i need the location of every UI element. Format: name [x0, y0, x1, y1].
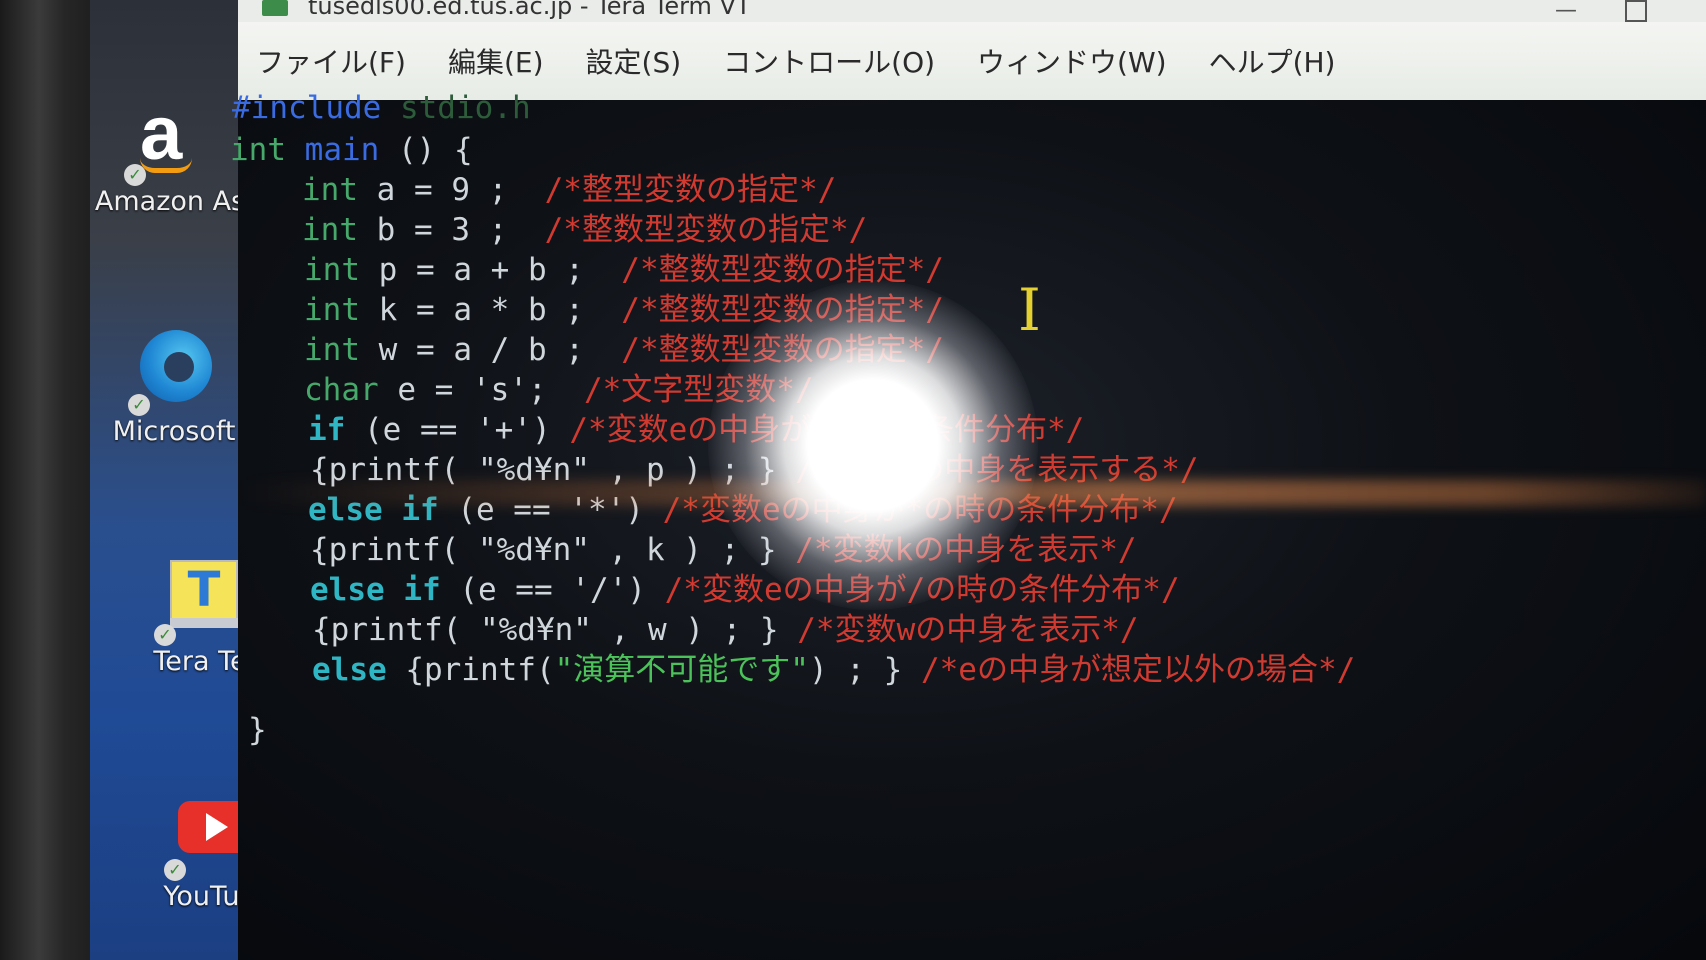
include-header: stdio.h — [399, 90, 531, 126]
amazon-icon: a ✓ — [124, 91, 210, 186]
code-line-5: int w = a / b ; /*整数型変数の指定*/ — [304, 332, 944, 368]
statement: {printf( "%d¥n" , p ) ; } — [310, 452, 777, 488]
comment: /*整数型変数の指定*/ — [621, 332, 944, 368]
code-line-main: int main () { — [230, 132, 473, 168]
statement: (e == '/') — [440, 572, 646, 608]
sync-check-icon: ✓ — [164, 859, 186, 881]
comment: /*文字型変数*/ — [583, 372, 814, 408]
statement: (e == '*') — [438, 492, 644, 528]
code-line-3: int p = a + b ; /*整数型変数の指定*/ — [304, 252, 944, 288]
string-literal: "演算不可能です" — [554, 652, 809, 688]
sync-check-icon: ✓ — [154, 624, 176, 646]
statement: p = a + b ; — [360, 252, 584, 288]
statement: e = 's'; — [378, 372, 547, 408]
title-bar[interactable]: tusedls00.ed.tus.ac.jp - Tera Term VT — — [238, 0, 1706, 22]
window-title: tusedls00.ed.tus.ac.jp - Tera Term VT — [308, 0, 751, 20]
keyword: if — [308, 412, 346, 448]
statement: ) ; } — [808, 652, 903, 688]
main-type: int — [230, 132, 286, 168]
type-keyword: int — [302, 172, 358, 208]
teraterm-icon: T ✓ — [154, 560, 240, 646]
code-line-2: int b = 3 ; /*整数型変数の指定*/ — [302, 212, 867, 248]
code-line-4: int k = a * b ; /*整数型変数の指定*/ — [304, 292, 944, 328]
code-line-include: #include stdio.h — [232, 90, 531, 126]
statement: (e == '+') — [345, 412, 551, 448]
code-line-9: else if (e == '*') /*変数eの中身が*の時の条件分布*/ — [308, 492, 1178, 528]
code-line-12: {printf( "%d¥n" , w ) ; } /*変数wの中身を表示*/ — [312, 612, 1139, 648]
terminal-area[interactable]: #include stdio.h int main () { int a = 9… — [230, 90, 1706, 960]
comment: /*変数eの中身が*の時の条件分布*/ — [662, 492, 1178, 528]
type-keyword: int — [304, 292, 360, 328]
comment: /*変数eの中身が/の時の条件分布*/ — [664, 572, 1180, 608]
minimize-button[interactable]: — — [1546, 0, 1586, 22]
type-keyword: int — [304, 252, 360, 288]
code-line-10: {printf( "%d¥n" , k ) ; } /*変数kの中身を表示*/ — [310, 532, 1137, 568]
comment: /*整数型変数の指定*/ — [544, 212, 868, 248]
type-keyword: int — [302, 212, 358, 248]
comment: /*変数pの中身を表示する*/ — [795, 452, 1199, 488]
comment: /*変数eの中身が+の時の条件分布*/ — [569, 412, 1085, 448]
desktop-icon-label: Microsoft — [112, 416, 236, 447]
keyword: else if — [308, 492, 439, 528]
statement: w = a / b ; — [360, 332, 584, 368]
edge-icon: ✓ — [128, 330, 214, 416]
comment: /*変数wの中身を表示*/ — [797, 612, 1139, 648]
comment: /*整数型変数の指定*/ — [621, 292, 944, 328]
menu-setup[interactable]: 設定(S) — [580, 35, 688, 87]
keyword: else — [312, 652, 387, 688]
statement: k = a * b ; — [360, 292, 584, 328]
keyword: else if — [310, 572, 441, 608]
main-rest: () { — [379, 132, 473, 168]
menu-window[interactable]: ウィンドウ(W) — [971, 35, 1173, 87]
code-line-11: else if (e == '/') /*変数eの中身が/の時の条件分布*/ — [310, 572, 1180, 608]
type-keyword: int — [304, 332, 360, 368]
sync-check-icon: ✓ — [128, 394, 150, 416]
code-line-6: char e = 's'; /*文字型変数*/ — [304, 372, 814, 408]
code-line-7: if (e == '+') /*変数eの中身が+の時の条件分布*/ — [308, 412, 1084, 448]
maximize-button[interactable] — [1616, 0, 1656, 22]
menu-bar: ファイル(F) 編集(E) 設定(S) コントロール(O) ウィンドウ(W) ヘ… — [238, 22, 1706, 100]
teraterm-window[interactable]: tusedls00.ed.tus.ac.jp - Tera Term VT — … — [230, 0, 1706, 960]
code-line-13: else {printf("演算不可能です") ; } /*eの中身が想定以外の… — [312, 652, 1355, 688]
desktop-icon-label: Amazon As — [94, 186, 246, 217]
code-closing-brace: } — [248, 712, 267, 748]
comment: /*整型変数の指定*/ — [544, 172, 837, 208]
type-keyword: char — [304, 372, 379, 408]
teraterm-icon — [262, 0, 288, 16]
sync-check-icon: ✓ — [124, 164, 146, 186]
statement: {printf( — [386, 652, 555, 688]
comment: /*変数kの中身を表示*/ — [795, 532, 1137, 568]
main-name: main — [304, 132, 380, 168]
include-directive: #include — [232, 90, 382, 126]
maximize-icon — [1625, 0, 1647, 22]
menu-help[interactable]: ヘルプ(H) — [1203, 35, 1342, 87]
code-line-1: int a = 9 ; /*整型変数の指定*/ — [302, 172, 836, 208]
comment: /*整数型変数の指定*/ — [621, 252, 944, 288]
text-cursor-icon: I — [1018, 276, 1041, 344]
comment: /*eの中身が想定以外の場合*/ — [920, 652, 1356, 688]
menu-file[interactable]: ファイル(F) — [250, 35, 412, 87]
desktop-icon-edge[interactable]: ✓ Microsoft — [94, 330, 254, 447]
statement: {printf( "%d¥n" , w ) ; } — [312, 612, 779, 648]
code-line-8: {printf( "%d¥n" , p ) ; } /*変数pの中身を表示する*… — [310, 452, 1199, 488]
statement: a = 9 ; — [358, 172, 508, 208]
menu-edit[interactable]: 編集(E) — [442, 35, 550, 87]
statement: {printf( "%d¥n" , k ) ; } — [310, 532, 777, 568]
menu-control[interactable]: コントロール(O) — [717, 35, 941, 87]
statement: b = 3 ; — [358, 212, 508, 248]
desktop-icon-amazon[interactable]: a ✓ Amazon As — [90, 91, 250, 217]
